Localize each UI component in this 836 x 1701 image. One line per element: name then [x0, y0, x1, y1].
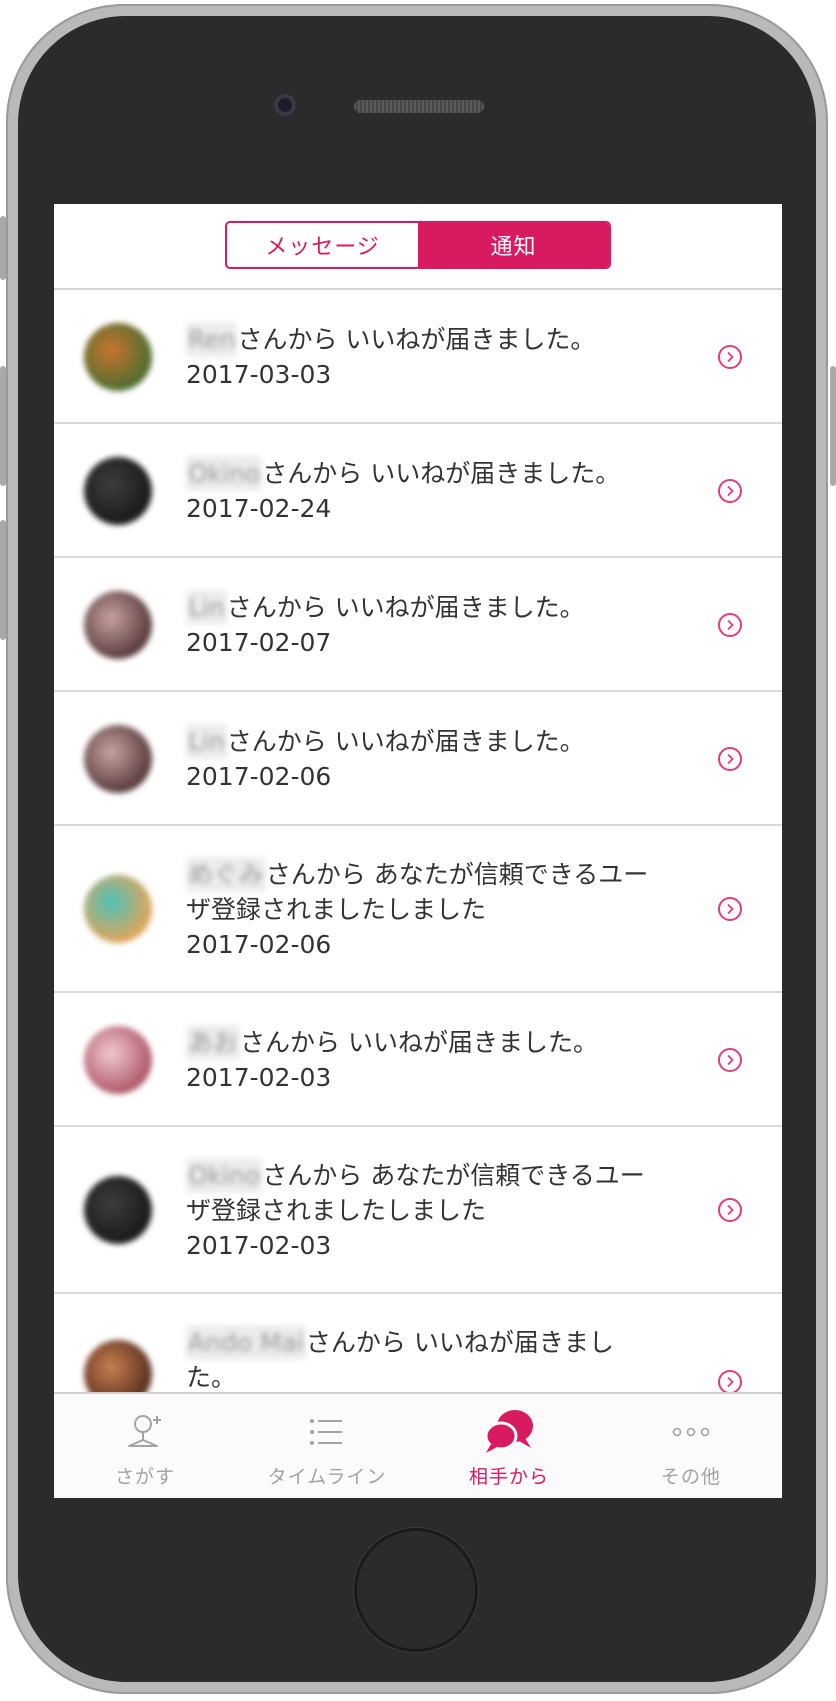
notification-message: さんから いいねが届きました。: [237, 325, 596, 354]
tab-notifications[interactable]: 通知: [418, 223, 609, 267]
chevron-right-icon: [718, 897, 742, 921]
earpiece-speaker: [354, 100, 484, 113]
notification-date: 2017-02-24: [186, 494, 332, 523]
tab-timeline[interactable]: タイムライン: [236, 1394, 418, 1498]
sender-name: Okino: [186, 456, 263, 491]
avatar: [84, 1026, 152, 1094]
notification-date: 2017-02-06: [186, 762, 332, 791]
notification-text: Okinoさんから いいねが届きました。 2017-02-24: [186, 456, 656, 526]
notification-row[interactable]: Linさんから いいねが届きました。 2017-02-06: [54, 692, 782, 826]
tab-search[interactable]: さがす: [54, 1394, 236, 1498]
power-button: [830, 366, 836, 486]
notification-text: Renさんから いいねが届きました。 2017-03-03: [186, 322, 656, 392]
avatar: [84, 457, 152, 525]
notification-date: 2017-02-07: [186, 628, 332, 657]
avatar: [84, 875, 152, 943]
chevron-right-icon: [718, 345, 742, 369]
list-icon: [307, 1410, 347, 1454]
sender-name: あお: [186, 1025, 241, 1060]
notification-text: Linさんから いいねが届きました。 2017-02-07: [186, 590, 656, 660]
chevron-right-icon: [718, 613, 742, 637]
silent-switch: [0, 216, 6, 280]
sender-name: めぐみ: [186, 857, 266, 892]
tab-label: タイムライン: [267, 1466, 387, 1488]
volume-down-button: [0, 520, 6, 640]
sender-name: Okino: [186, 1158, 263, 1193]
tab-label: 相手から: [468, 1466, 549, 1488]
segmented-control: メッセージ 通知: [225, 221, 611, 269]
avatar: [84, 1176, 152, 1244]
chat-bubbles-icon: [483, 1410, 535, 1454]
notification-row[interactable]: Okinoさんから あなたが信頼できるユーザ登録されましたしました 2017-0…: [54, 1127, 782, 1294]
sender-name: Ando Mai: [186, 1325, 306, 1360]
person-add-icon: [123, 1410, 167, 1454]
notification-list: Renさんから いいねが届きました。 2017-03-03 Okinoさんから …: [54, 290, 782, 1392]
chevron-right-icon: [718, 747, 742, 771]
notification-date: 2017-02-06: [186, 930, 332, 959]
tab-label: さがす: [114, 1466, 175, 1488]
sender-name: Lin: [186, 590, 227, 625]
notification-row[interactable]: Renさんから いいねが届きました。 2017-03-03: [54, 290, 782, 424]
sender-name: Ren: [186, 322, 238, 357]
chevron-right-icon: [718, 479, 742, 503]
volume-up-button: [0, 366, 6, 486]
sender-name: Lin: [186, 724, 227, 759]
avatar: [84, 591, 152, 659]
tab-bar: さがす タイムライン 相手から その他: [54, 1392, 782, 1498]
notification-date: 2017-03-03: [186, 360, 332, 389]
notification-message: さんから いいねが届きました。: [262, 459, 621, 488]
notification-message: さんから いいねが届きました。: [240, 1028, 598, 1057]
segment-header: メッセージ 通知: [54, 204, 782, 290]
notification-date: 2017-02-03: [186, 1063, 332, 1092]
notification-text: あおさんから いいねが届きました。 2017-02-03: [186, 1025, 656, 1095]
notification-row[interactable]: あおさんから いいねが届きました。 2017-02-03: [54, 993, 782, 1127]
tab-label: その他: [660, 1466, 721, 1488]
app-screen: メッセージ 通知 Renさんから いいねが届きました。 2017-03-03 O…: [54, 204, 782, 1498]
chevron-right-icon: [718, 1048, 742, 1072]
tab-messages[interactable]: メッセージ: [227, 223, 418, 267]
notification-message: さんから いいねが届きました。: [226, 593, 585, 622]
avatar: [84, 725, 152, 793]
notification-row[interactable]: めぐみさんから あなたが信頼できるユーザ登録されましたしました 2017-02-…: [54, 826, 782, 993]
notification-message: さんから いいねが届きました。: [226, 727, 585, 756]
notification-text: Linさんから いいねが届きました。 2017-02-06: [186, 724, 656, 794]
front-camera: [274, 94, 296, 116]
notification-date: 2017-02-03: [186, 1231, 332, 1260]
notification-text: めぐみさんから あなたが信頼できるユーザ登録されましたしました 2017-02-…: [186, 857, 656, 962]
chevron-right-icon: [718, 1370, 742, 1392]
more-dots-icon: [671, 1410, 711, 1454]
notification-text: Okinoさんから あなたが信頼できるユーザ登録されましたしました 2017-0…: [186, 1158, 656, 1263]
notification-row[interactable]: Okinoさんから いいねが届きました。 2017-02-24: [54, 424, 782, 558]
notification-row[interactable]: Ando Maiさんから いいねが届きました。: [54, 1294, 782, 1392]
notification-text: Ando Maiさんから いいねが届きました。: [186, 1325, 656, 1392]
notification-row[interactable]: Linさんから いいねが届きました。 2017-02-07: [54, 558, 782, 692]
tab-more[interactable]: その他: [600, 1394, 782, 1498]
tab-from-others[interactable]: 相手から: [418, 1394, 600, 1498]
avatar: [84, 323, 152, 391]
chevron-right-icon: [718, 1198, 742, 1222]
avatar: [84, 1340, 152, 1392]
home-button[interactable]: [354, 1528, 478, 1652]
